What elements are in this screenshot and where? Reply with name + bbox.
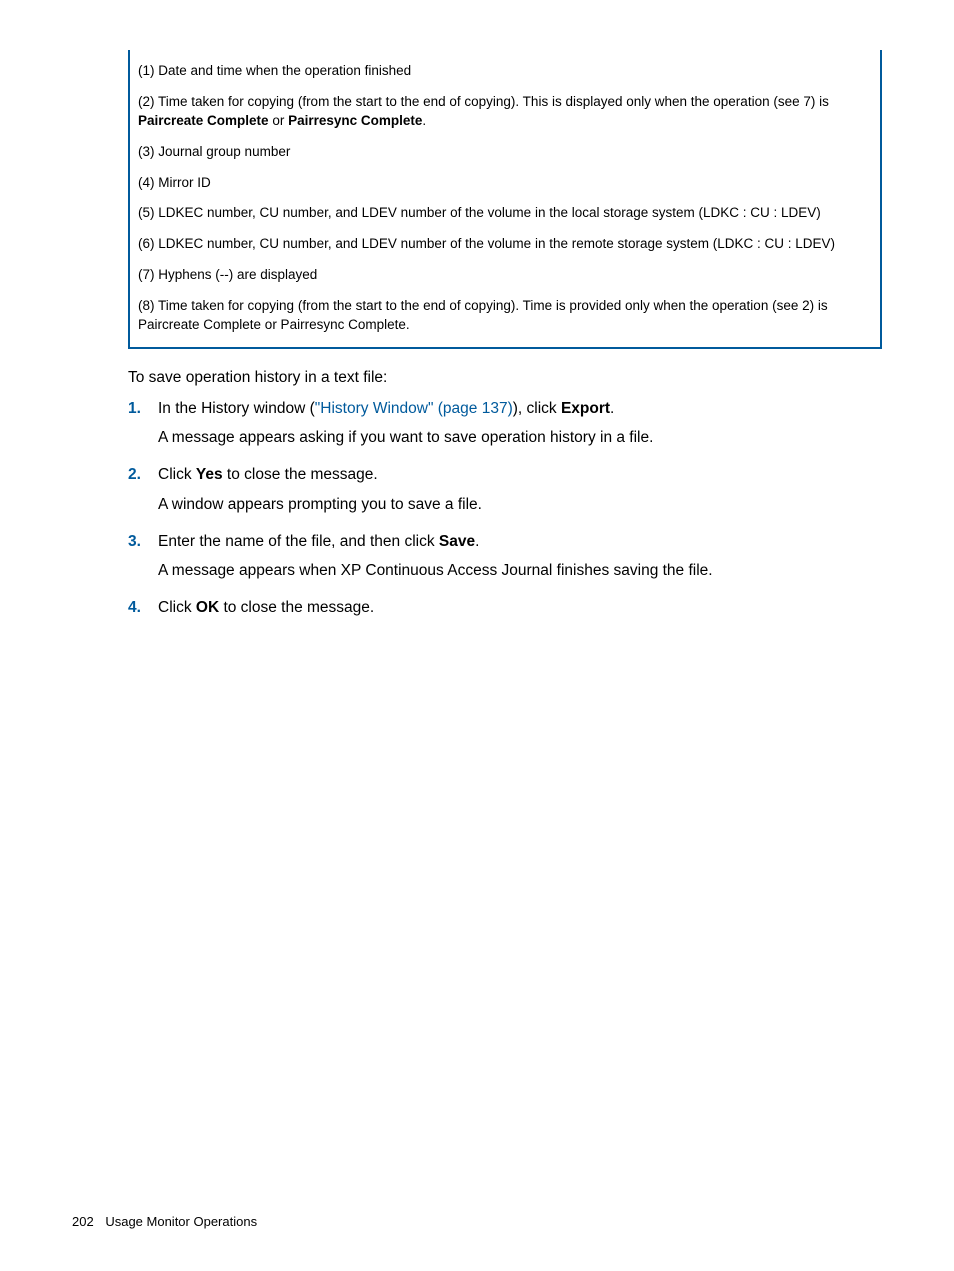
step-body: In the History window ("History Window" … [158, 397, 882, 456]
bold-text: Export [561, 400, 610, 417]
step-number: 4. [128, 596, 158, 625]
intro-text: To save operation history in a text file… [128, 369, 882, 387]
table-row: (2) Time taken for copying (from the sta… [138, 93, 872, 131]
step-body: Click Yes to close the message. A window… [158, 463, 882, 522]
text: A message appears when XP Continuous Acc… [158, 559, 882, 582]
text: A window appears prompting you to save a… [158, 493, 882, 516]
cross-reference-link[interactable]: "History Window" (page 137) [315, 400, 513, 417]
table-row: (6) LDKEC number, CU number, and LDEV nu… [138, 235, 872, 254]
table-row: (5) LDKEC number, CU number, and LDEV nu… [138, 204, 872, 223]
step-number: 1. [128, 397, 158, 456]
bold-text: Save [439, 533, 475, 550]
table-row: (7) Hyphens (--) are displayed [138, 266, 872, 285]
text: Enter the name of the file, and then cli… [158, 533, 439, 550]
list-item: 2. Click Yes to close the message. A win… [128, 463, 882, 522]
text: A message appears asking if you want to … [158, 426, 882, 449]
section-title: Usage Monitor Operations [105, 1214, 257, 1229]
text: . [610, 400, 614, 417]
page-number: 202 [72, 1214, 94, 1229]
table-row: (1) Date and time when the operation fin… [138, 62, 872, 81]
step-body: Click OK to close the message. [158, 596, 882, 625]
page-content: (1) Date and time when the operation fin… [0, 0, 954, 626]
table-row: (3) Journal group number [138, 143, 872, 162]
bold-text: Yes [196, 466, 223, 483]
step-number: 2. [128, 463, 158, 522]
list-item: 1. In the History window ("History Windo… [128, 397, 882, 456]
text: Click [158, 599, 196, 616]
text: to close the message. [223, 466, 378, 483]
text: ), click [513, 400, 561, 417]
definition-table: (1) Date and time when the operation fin… [128, 50, 882, 349]
text: Click [158, 466, 196, 483]
bold-text: Paircreate Complete [138, 113, 269, 128]
page-footer: 202 Usage Monitor Operations [72, 1214, 257, 1229]
bold-text: Pairresync Complete [288, 113, 422, 128]
step-number: 3. [128, 530, 158, 589]
step-body: Enter the name of the file, and then cli… [158, 530, 882, 589]
list-item: 4. Click OK to close the message. [128, 596, 882, 625]
table-row: (8) Time taken for copying (from the sta… [138, 297, 872, 335]
bold-text: OK [196, 599, 219, 616]
table-row: (4) Mirror ID [138, 174, 872, 193]
list-item: 3. Enter the name of the file, and then … [128, 530, 882, 589]
text: (2) Time taken for copying (from the sta… [138, 94, 829, 109]
text: . [475, 533, 479, 550]
text: . [422, 113, 426, 128]
text: In the History window ( [158, 400, 315, 417]
text: to close the message. [219, 599, 374, 616]
text: or [269, 113, 289, 128]
steps-list: 1. In the History window ("History Windo… [128, 397, 882, 626]
